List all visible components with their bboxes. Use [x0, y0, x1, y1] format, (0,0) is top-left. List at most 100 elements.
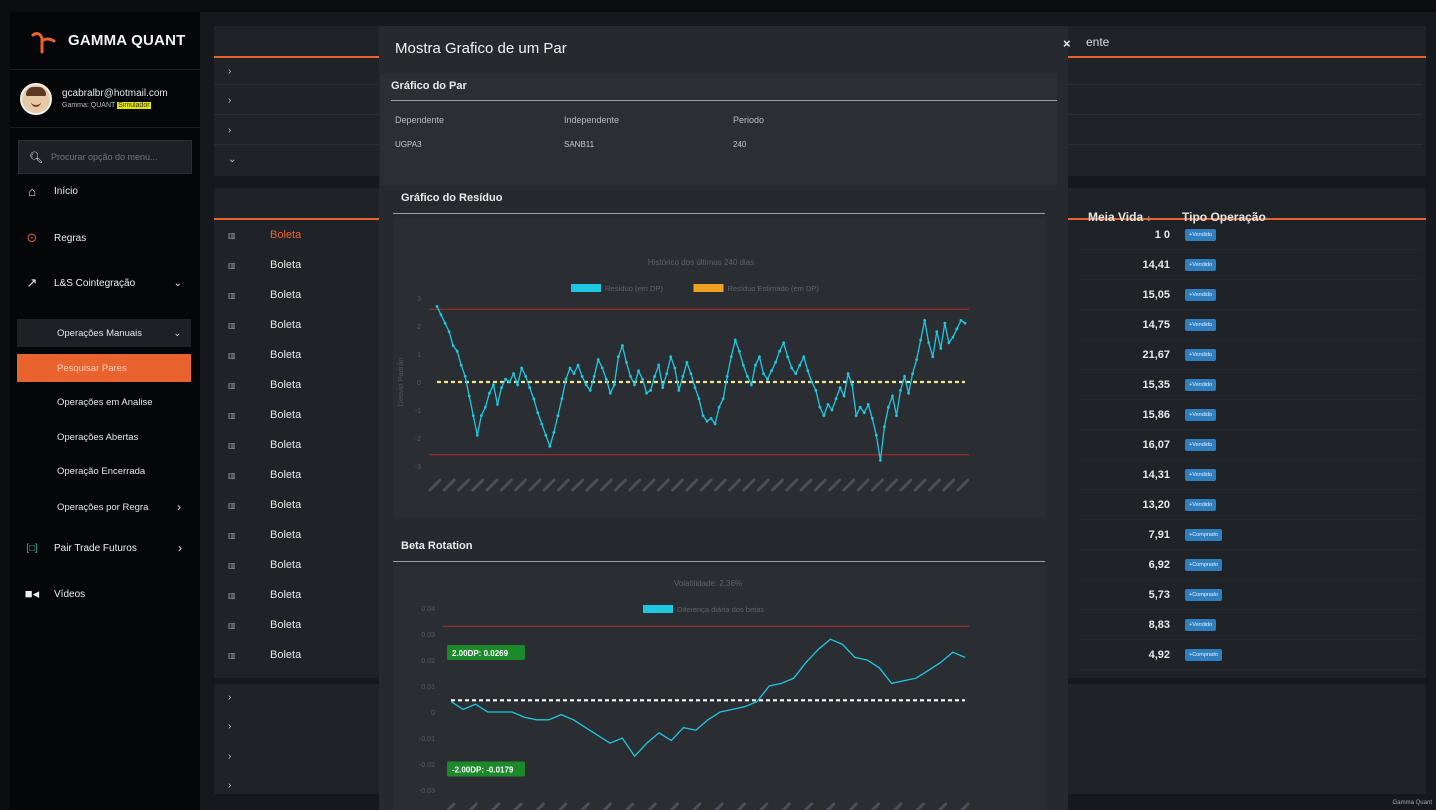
- table-row[interactable]: ▥ Boleta: [228, 370, 301, 400]
- sidebar-sub-operacoes-em-analise[interactable]: Operações em Analise: [17, 388, 191, 416]
- sidebar-item-pair-trade-futuros[interactable]: [□] Pair Trade Futuros ›: [10, 534, 200, 562]
- chart-icon[interactable]: ▥: [228, 561, 240, 570]
- chart-icon[interactable]: ▥: [228, 321, 240, 330]
- chart-icon[interactable]: ▥: [228, 381, 240, 390]
- x-tick-label: [599, 478, 613, 492]
- tipo-operacao-badge[interactable]: +Vendido: [1185, 468, 1217, 481]
- chart-icon[interactable]: ▥: [228, 291, 240, 300]
- tipo-operacao-badge[interactable]: +Comprado: [1185, 648, 1222, 661]
- sidebar-sub-operacoes-abertas[interactable]: Operações Abertas: [17, 423, 191, 451]
- boleta-link[interactable]: Boleta: [270, 589, 301, 601]
- data-point: [806, 369, 810, 373]
- tipo-operacao-badge[interactable]: +Vendido: [1185, 378, 1217, 391]
- chevron-right-icon[interactable]: ›: [228, 780, 231, 791]
- table-row[interactable]: ▥ Boleta: [228, 400, 301, 430]
- table-row[interactable]: ▥ Boleta: [228, 310, 301, 340]
- boleta-link[interactable]: Boleta: [270, 469, 301, 481]
- sidebar-sub-pesquisar-pares[interactable]: Pesquisar Pares: [17, 354, 191, 382]
- chart-icon[interactable]: ▥: [228, 411, 240, 420]
- data-point: [572, 372, 576, 375]
- tipo-operacao-badge[interactable]: +Comprado: [1185, 588, 1222, 601]
- chevron-right-icon[interactable]: ›: [228, 66, 231, 77]
- tipo-operacao-badge[interactable]: +Vendido: [1185, 408, 1217, 421]
- chart-icon[interactable]: ▥: [228, 261, 240, 270]
- chart-icon[interactable]: ▥: [228, 621, 240, 630]
- table-row[interactable]: ▥ Boleta: [228, 430, 301, 460]
- pair-info-box: Gráfico do Par Dependente UGPA3 Independ…: [381, 74, 1057, 186]
- x-tick-label: [656, 478, 670, 492]
- chart-icon[interactable]: ▥: [228, 441, 240, 450]
- sidebar-item-regras[interactable]: ⊙ Regras: [10, 224, 200, 252]
- table-row[interactable]: ▥ Boleta: [228, 340, 301, 370]
- table-row[interactable]: ▥ Boleta: [228, 610, 301, 640]
- sidebar-item-ls-cointegracao[interactable]: ↗ L&S Cointegração ⌄: [10, 269, 200, 297]
- boleta-link[interactable]: Boleta: [270, 499, 301, 511]
- sidebar-sub-operacoes-por-regra[interactable]: Operações por Regra ›: [17, 493, 191, 521]
- tipo-operacao-badge[interactable]: +Vendido: [1185, 498, 1217, 511]
- x-tick-label: [428, 478, 442, 492]
- sidebar-item-videos[interactable]: ■◂ Vídeos: [10, 580, 200, 608]
- table-row[interactable]: ▥ Boleta: [228, 520, 301, 550]
- table-row[interactable]: ▥ Boleta: [228, 250, 301, 280]
- menu-search-input[interactable]: [50, 152, 191, 162]
- chart-icon[interactable]: ▥: [228, 231, 240, 240]
- table-row[interactable]: ▥ Boleta: [228, 580, 301, 610]
- x-tick-label: [803, 802, 814, 810]
- tipo-operacao-badge[interactable]: +Comprado: [1185, 558, 1222, 571]
- boleta-link[interactable]: Boleta: [270, 559, 301, 571]
- tipo-operacao-badge[interactable]: +Vendido: [1185, 228, 1217, 241]
- chart-icon[interactable]: ▥: [228, 651, 240, 660]
- data-point: [701, 414, 705, 417]
- tipo-operacao-badge[interactable]: +Vendido: [1185, 318, 1217, 331]
- tipo-operacao-badge[interactable]: +Vendido: [1185, 288, 1217, 301]
- chevron-right-icon[interactable]: ›: [228, 125, 231, 136]
- meia-vida-value: 4,92: [1148, 648, 1170, 661]
- close-icon[interactable]: ×: [1063, 36, 1071, 51]
- tipo-operacao-badge[interactable]: +Vendido: [1185, 618, 1217, 631]
- sidebar-sub-operacoes-manuais[interactable]: Operações Manuais ⌄: [17, 319, 191, 347]
- data-point: [895, 414, 898, 417]
- table-row[interactable]: ▥ Boleta: [228, 280, 301, 310]
- menu-search[interactable]: 🔍︎: [18, 140, 192, 174]
- boleta-link[interactable]: Boleta: [270, 649, 301, 661]
- table-row[interactable]: ▥ Boleta: [228, 640, 301, 670]
- tipo-operacao-badge[interactable]: +Vendido: [1185, 348, 1217, 361]
- chevron-right-icon[interactable]: ›: [228, 751, 231, 762]
- data-point: [818, 405, 822, 409]
- chart-icon[interactable]: ▥: [228, 591, 240, 600]
- table-row[interactable]: ▥ Boleta: [228, 460, 301, 490]
- data-point: [858, 405, 862, 409]
- boleta-link[interactable]: Boleta: [270, 259, 301, 271]
- chart-icon[interactable]: ▥: [228, 501, 240, 510]
- table-row[interactable]: ▥ Boleta: [228, 490, 301, 520]
- boleta-link[interactable]: Boleta: [270, 349, 301, 361]
- boleta-link[interactable]: Boleta: [270, 229, 301, 241]
- series-line: [450, 638, 966, 758]
- chart-icon[interactable]: ▥: [228, 531, 240, 540]
- brand-name: GAMMA QUANT: [68, 32, 186, 49]
- boleta-link[interactable]: Boleta: [270, 319, 301, 331]
- avatar[interactable]: [20, 82, 52, 115]
- chevron-down-icon[interactable]: ⌄: [228, 154, 236, 165]
- boleta-link[interactable]: Boleta: [270, 409, 301, 421]
- chevron-right-icon[interactable]: ›: [228, 721, 231, 732]
- boleta-link[interactable]: Boleta: [270, 619, 301, 631]
- chart-icon[interactable]: ▥: [228, 351, 240, 360]
- table-row[interactable]: ▥ Boleta: [228, 220, 301, 250]
- boleta-link[interactable]: Boleta: [270, 379, 301, 391]
- table-row[interactable]: ▥ Boleta: [228, 550, 301, 580]
- sidebar-item-inicio[interactable]: ⌂ Início: [10, 177, 200, 205]
- brand[interactable]: GAMMA QUANT: [10, 12, 200, 70]
- boleta-link[interactable]: Boleta: [270, 289, 301, 301]
- tipo-operacao-badge[interactable]: +Vendido: [1185, 258, 1217, 271]
- chart-icon[interactable]: ▥: [228, 471, 240, 480]
- chevron-right-icon[interactable]: ›: [228, 692, 231, 703]
- boleta-link[interactable]: Boleta: [270, 529, 301, 541]
- data-point: [661, 386, 665, 389]
- sidebar-sub-operacao-encerrada[interactable]: Operação Encerrada: [17, 457, 191, 485]
- chevron-right-icon[interactable]: ›: [228, 95, 231, 106]
- boleta-link[interactable]: Boleta: [270, 439, 301, 451]
- tipo-operacao-badge[interactable]: +Comprado: [1185, 528, 1222, 541]
- tipo-operacao-badge[interactable]: +Vendido: [1185, 438, 1217, 451]
- data-point: [838, 386, 842, 389]
